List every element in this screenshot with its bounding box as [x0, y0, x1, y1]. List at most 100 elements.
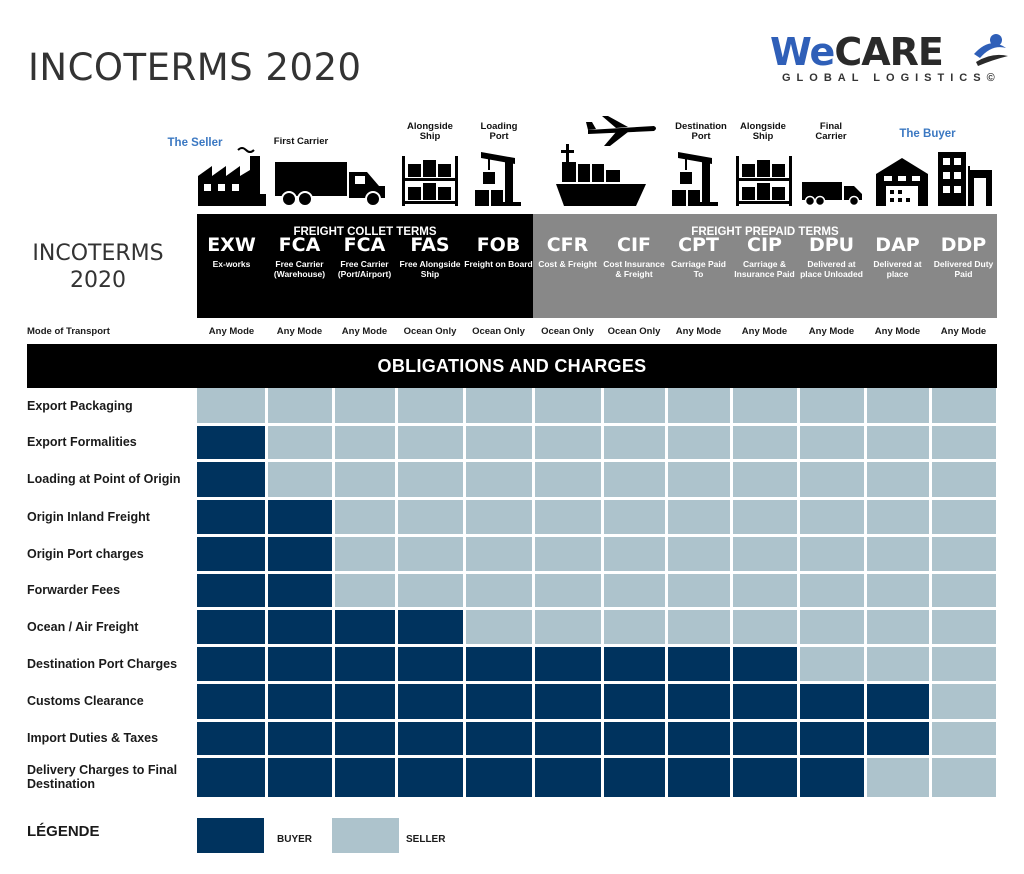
term-mode: Any Mode — [208, 326, 255, 337]
cell-seller — [534, 388, 601, 423]
cell-seller — [397, 573, 463, 607]
cell-seller — [667, 499, 730, 534]
term-mode: Ocean Only — [403, 326, 457, 337]
cell-buyer — [267, 646, 332, 681]
cell-buyer — [465, 683, 532, 719]
term-code: DPU — [808, 234, 855, 256]
term-mode: Any Mode — [675, 326, 722, 337]
term-code: DDP — [940, 234, 987, 256]
cell-seller — [931, 683, 996, 719]
logo-care: CARE — [834, 30, 944, 74]
cell-seller — [931, 757, 996, 797]
term-fas-3: FAS Free Alongside Ship — [396, 234, 464, 279]
cell-seller — [866, 536, 929, 571]
cell-buyer — [534, 683, 601, 719]
cell-seller — [732, 388, 797, 423]
cell-buyer — [732, 721, 797, 755]
cell-buyer — [197, 646, 265, 681]
cell-buyer — [603, 721, 665, 755]
term-code: CIF — [617, 234, 651, 256]
cell-buyer — [334, 646, 395, 681]
cell-buyer — [267, 536, 332, 571]
stage-label-final-carrier: Final Carrier — [815, 121, 847, 142]
cell-seller — [334, 499, 395, 534]
cell-buyer — [397, 683, 463, 719]
cell-seller — [603, 499, 665, 534]
cell-seller — [603, 536, 665, 571]
cell-seller — [931, 721, 996, 755]
cell-seller — [397, 536, 463, 571]
cell-seller — [931, 646, 996, 681]
cell-seller — [931, 609, 996, 644]
term-cpt-7: CPT Carriage Paid To — [666, 234, 731, 279]
cell-seller — [866, 757, 929, 797]
cell-seller — [667, 536, 730, 571]
obligation-label: Forwarder Fees — [27, 583, 121, 597]
stage-label-alongside-ship: Alongside Ship — [407, 121, 453, 142]
term-fca-2: FCA Free Carrier (Port/Airport) — [333, 234, 396, 279]
cell-seller — [534, 461, 601, 497]
term-dap-10: DAP Delivered at place — [865, 234, 930, 279]
cell-seller — [534, 609, 601, 644]
airplane-icon — [586, 116, 656, 146]
cell-seller — [667, 388, 730, 423]
obligation-label: Ocean / Air Freight — [27, 619, 139, 634]
term-mode: Any Mode — [741, 326, 788, 337]
cell-seller — [267, 425, 332, 459]
cell-buyer — [267, 757, 332, 797]
cell-seller — [799, 536, 864, 571]
term-mode: Ocean Only — [607, 326, 661, 337]
cargo-ship-icon — [556, 144, 646, 206]
term-fob-4: FOB Freight on Board — [464, 234, 533, 269]
cell-buyer — [197, 573, 265, 607]
cell-seller — [603, 609, 665, 644]
cell-buyer — [397, 609, 463, 644]
cell-buyer — [603, 646, 665, 681]
cell-buyer — [197, 499, 265, 534]
cell-buyer — [397, 721, 463, 755]
term-fca-1: FCA Free Carrier (Warehouse) — [266, 234, 333, 279]
cell-buyer — [667, 757, 730, 797]
cell-buyer — [465, 721, 532, 755]
cell-buyer — [197, 721, 265, 755]
crane-icon-destination — [672, 152, 718, 206]
term-mode: Any Mode — [808, 326, 855, 337]
cell-seller — [931, 536, 996, 571]
cell-buyer — [799, 683, 864, 719]
small-truck-icon — [802, 182, 862, 206]
cell-seller — [465, 609, 532, 644]
cell-buyer — [334, 609, 395, 644]
obligation-label: Delivery Charges to Final Destination — [27, 763, 178, 791]
cell-buyer — [799, 757, 864, 797]
mode-of-transport-label: Mode of Transport — [27, 326, 110, 337]
cell-seller — [197, 388, 265, 423]
logo-mark-icon — [974, 34, 1008, 66]
legend-buyer-label: BUYER — [277, 834, 313, 845]
term-description: Cost & Freight — [538, 259, 597, 269]
cell-buyer — [866, 683, 929, 719]
stage-label-loading-port: Loading Port — [480, 121, 518, 142]
office-building-icon — [938, 152, 992, 206]
cell-buyer — [603, 757, 665, 797]
cell-seller — [732, 536, 797, 571]
term-description: Delivered at place — [873, 259, 922, 279]
cell-seller — [799, 425, 864, 459]
cell-seller — [866, 573, 929, 607]
cell-seller — [866, 609, 929, 644]
cell-seller — [334, 573, 395, 607]
term-description: Freight on Board — [464, 259, 533, 269]
obligation-label: Origin Inland Freight — [27, 509, 150, 524]
cell-buyer — [534, 721, 601, 755]
cell-buyer — [197, 683, 265, 719]
cell-buyer — [334, 721, 395, 755]
term-mode: Any Mode — [940, 326, 987, 337]
cell-seller — [397, 461, 463, 497]
logo-we: We — [770, 30, 835, 74]
cell-seller — [866, 388, 929, 423]
warehouse-shelf-icon-2 — [736, 156, 792, 206]
cell-seller — [667, 425, 730, 459]
cell-seller — [534, 573, 601, 607]
term-mode: Any Mode — [341, 326, 388, 337]
cell-seller — [465, 425, 532, 459]
legend-title: LÉGENDE — [27, 823, 100, 840]
